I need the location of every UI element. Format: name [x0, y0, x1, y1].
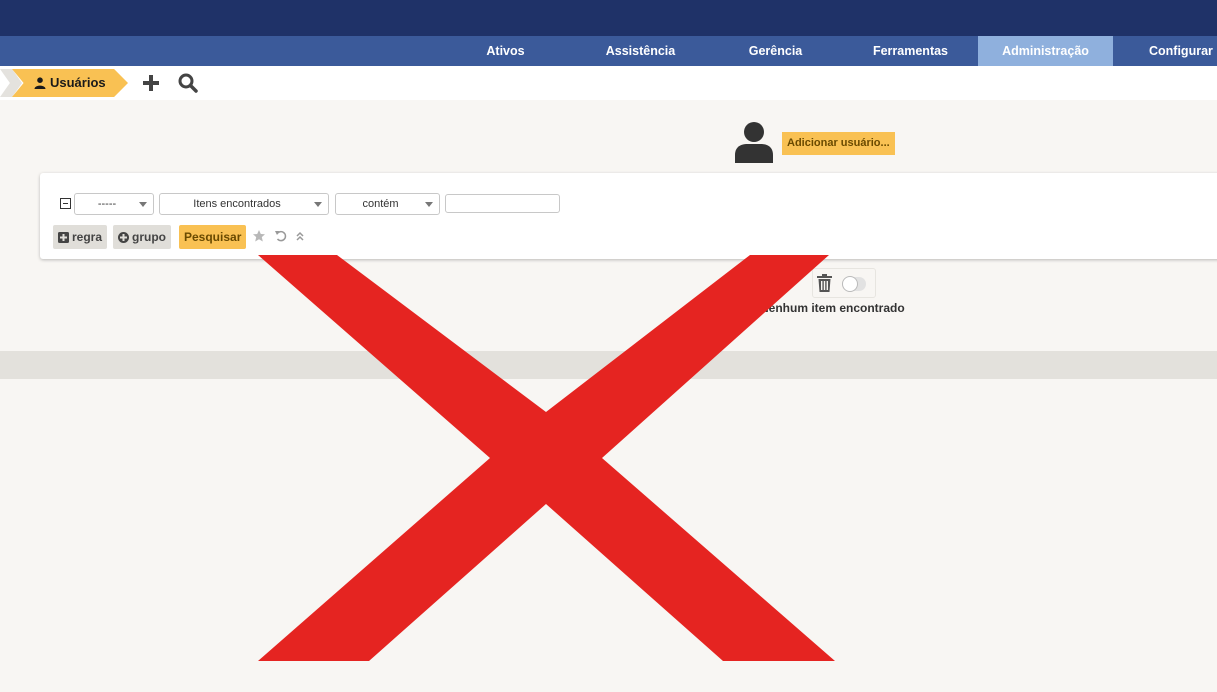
operator-select-value: contém [362, 198, 399, 210]
menu-item-administracao[interactable]: Administração [978, 36, 1113, 66]
menu-item-ativos[interactable]: Ativos [438, 36, 573, 66]
chevron-down-icon [139, 202, 147, 207]
search-value-input[interactable] [445, 194, 560, 213]
field-select-value: ----- [97, 198, 117, 210]
collapse-criteria-icon[interactable] [60, 198, 71, 209]
add-group-button[interactable]: grupo [113, 225, 171, 249]
criteria-select-value: Itens encontrados [193, 198, 281, 210]
search-icon[interactable] [177, 72, 199, 94]
user-silhouette-icon [735, 122, 773, 163]
star-icon[interactable] [252, 229, 266, 243]
add-user-button[interactable]: Adicionar usuário... [782, 132, 895, 155]
user-icon [34, 77, 46, 89]
breadcrumb-usuarios[interactable]: Usuários [12, 69, 128, 97]
breadcrumb-label: Usuários [50, 75, 106, 90]
toggle-knob [842, 276, 858, 292]
toggle-switch[interactable] [842, 276, 866, 292]
breadcrumb-bar: Usuários [0, 66, 1217, 100]
main-menu: Ativos Assistência Gerência Ferramentas … [0, 36, 1217, 66]
criteria-select[interactable]: Itens encontrados [159, 193, 329, 215]
red-x-overlay [258, 255, 835, 661]
plus-square-icon [58, 231, 69, 243]
chevron-down-icon [425, 202, 433, 207]
search-panel: ----- Itens encontrados contém regra gru… [40, 173, 1217, 259]
search-button[interactable]: Pesquisar [179, 225, 247, 249]
add-rule-button[interactable]: regra [53, 225, 108, 249]
menu-item-configurar[interactable]: Configurar [1113, 36, 1217, 66]
plus-icon[interactable] [140, 72, 162, 94]
list-header-band [0, 351, 1217, 379]
chevron-down-icon [314, 202, 322, 207]
add-group-label: grupo [132, 230, 166, 244]
menu-item-gerencia[interactable]: Gerência [708, 36, 843, 66]
reset-icon[interactable] [274, 229, 288, 243]
field-select[interactable]: ----- [74, 193, 154, 215]
operator-select[interactable]: contém [335, 193, 440, 215]
menu-item-ferramentas[interactable]: Ferramentas [843, 36, 978, 66]
add-rule-label: regra [72, 230, 103, 244]
collapse-up-icon[interactable] [293, 229, 307, 243]
trash-icon[interactable] [817, 274, 832, 292]
top-header-bar [0, 0, 1217, 36]
results-status: Nenhum item encontrado [760, 301, 905, 315]
plus-circle-icon [118, 231, 129, 243]
menu-item-assistencia[interactable]: Assistência [573, 36, 708, 66]
